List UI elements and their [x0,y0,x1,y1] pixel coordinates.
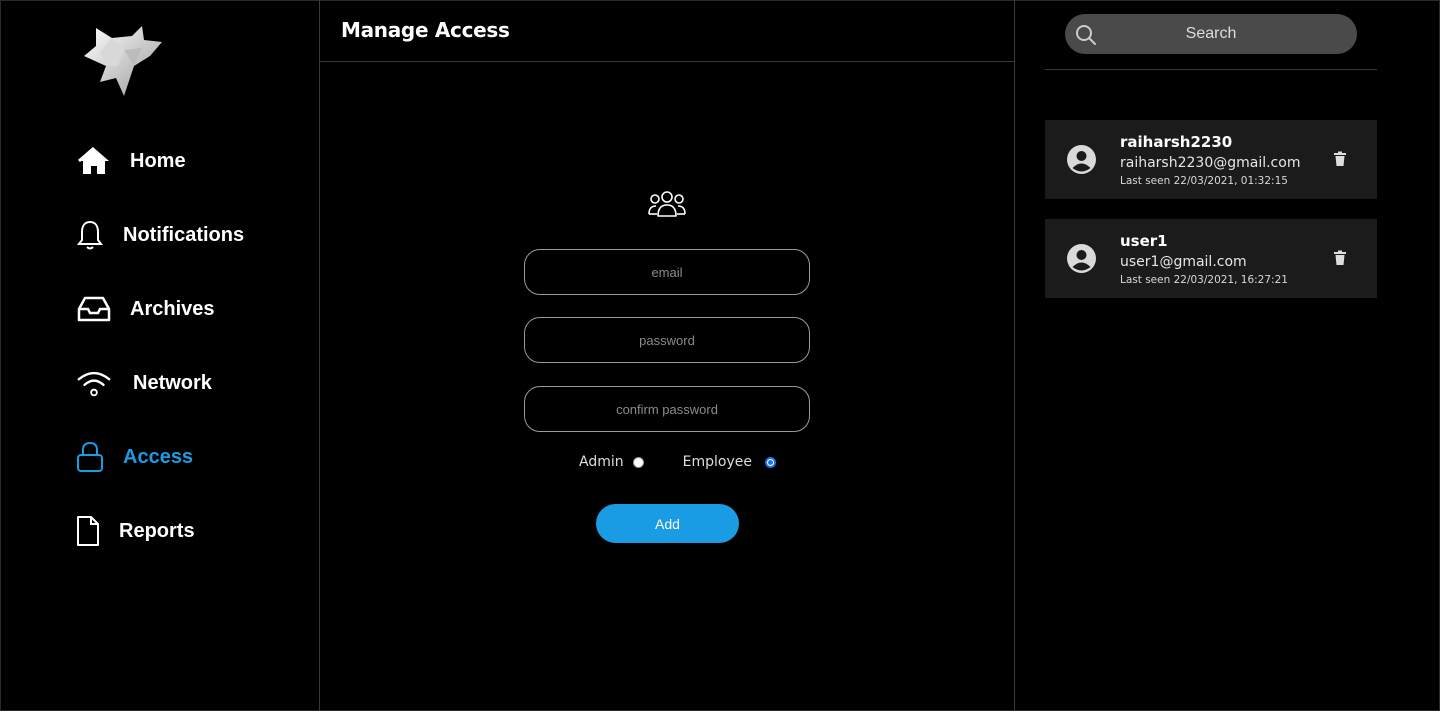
sidebar-item-label: Reports [119,519,195,542]
password-field[interactable] [524,317,810,363]
employee-radio[interactable] [764,456,776,468]
sidebar-item-home[interactable]: Home [76,143,186,179]
main-panel: Manage Access Admin Employee Add [320,0,1015,711]
user-card[interactable]: raiharsh2230 raiharsh2230@gmail.com Last… [1045,120,1377,199]
users-group-icon [647,188,687,220]
bell-icon [72,217,108,253]
role-label: Employee [682,454,752,470]
admin-radio[interactable] [632,456,644,468]
role-admin[interactable]: Admin [579,454,644,470]
user-last-seen: Last seen 22/03/2021, 16:27:21 [1120,274,1288,286]
search-input[interactable] [1065,13,1357,55]
sidebar-item-label: Access [123,445,194,468]
sidebar-item-label: Notifications [123,223,245,246]
confirm-password-field[interactable] [524,386,810,432]
sidebar-item-reports[interactable]: Reports [70,513,195,549]
role-employee[interactable]: Employee [683,454,776,470]
inbox-icon [76,291,112,327]
sidebar-item-label: Network [133,371,212,394]
sidebar-item-notifications[interactable]: Notifications [72,217,244,253]
trash-icon[interactable] [1333,151,1347,167]
avatar-icon [1066,144,1097,175]
sidebar-item-label: Archives [130,297,215,320]
divider [1045,69,1377,70]
search-bar [1065,13,1357,55]
sidebar-item-label: Home [130,149,186,172]
sidebar-item-network[interactable]: Network [76,365,212,401]
document-icon [70,513,106,549]
wolf-logo-icon [82,26,166,98]
user-name: raiharsh2230 [1120,133,1233,151]
user-last-seen: Last seen 22/03/2021, 01:32:15 [1120,175,1288,187]
search-icon [1075,24,1097,46]
role-label: Admin [579,454,624,470]
wifi-icon [76,365,112,401]
email-field[interactable] [524,249,810,295]
sidebar-item-access[interactable]: Access [72,439,193,475]
home-icon [76,143,112,179]
user-card[interactable]: user1 user1@gmail.com Last seen 22/03/20… [1045,219,1377,298]
role-selector: Admin Employee [579,454,776,470]
user-name: user1 [1120,232,1168,250]
users-panel: raiharsh2230 raiharsh2230@gmail.com Last… [1015,0,1440,711]
add-user-button[interactable]: Add [596,504,739,543]
user-email: user1@gmail.com [1120,254,1247,270]
sidebar-item-archives[interactable]: Archives [76,291,215,327]
trash-icon[interactable] [1333,250,1347,266]
avatar-icon [1066,243,1097,274]
lock-icon [72,439,108,475]
sidebar: Home Notifications Archives Network Acce… [0,0,320,711]
page-title: Manage Access [341,18,510,42]
user-email: raiharsh2230@gmail.com [1120,155,1301,171]
